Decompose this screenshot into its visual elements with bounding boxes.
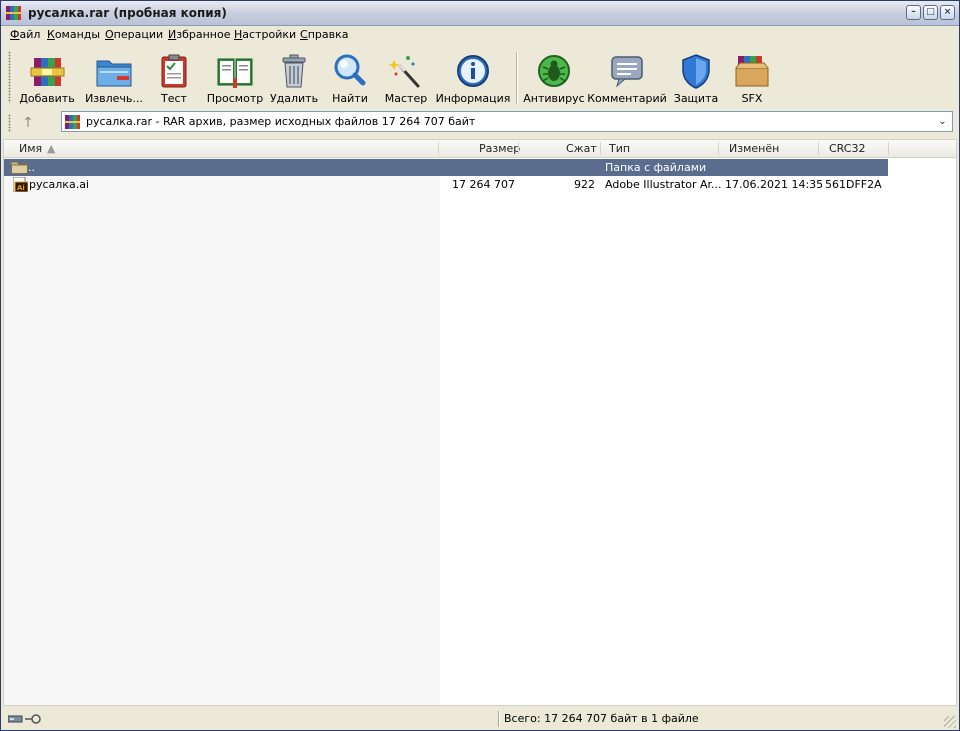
test-button[interactable]: Тест [154, 50, 194, 106]
address-dropdown-button[interactable]: ⌄ [934, 113, 951, 130]
menu-settings[interactable]: Настройки [234, 28, 296, 41]
row-name: русалка.ai [29, 178, 89, 191]
menu-file[interactable]: Файл [10, 28, 40, 41]
row-type: Папка с файлами [605, 161, 707, 174]
magnifier-icon [334, 54, 366, 86]
add-archive-icon [30, 58, 65, 86]
antivirus-label: Антивирус [523, 92, 585, 105]
info-icon [457, 55, 489, 87]
row-size: 17 264 707 [452, 178, 515, 191]
status-bar: Всего: 17 264 707 байт в 1 файле [2, 708, 958, 730]
comment-label: Комментарий [587, 92, 667, 105]
column-type[interactable]: Тип [609, 142, 630, 155]
column-packed[interactable]: Сжат [566, 142, 597, 155]
winrar-app-icon [6, 6, 21, 20]
column-divider[interactable] [718, 142, 719, 155]
menu-commands[interactable]: Команды [47, 28, 100, 41]
svg-text:Ai: Ai [17, 184, 25, 192]
wizard-wand-icon [388, 56, 420, 88]
name-column-shade [4, 157, 440, 705]
row-modified: 17.06.2021 14:35 [725, 178, 824, 191]
wizard-button[interactable]: Мастер [385, 50, 427, 106]
chevron-down-icon: ⌄ [938, 116, 947, 127]
row-type: Adobe Illustrator Ar... [605, 178, 722, 191]
address-text: русалка.rar - RAR архив, размер исходных… [86, 115, 476, 128]
file-list[interactable]: Имя ▲ Размер Сжат Тип Изменён CRC32 .. П… [3, 139, 957, 706]
toolbar: Добавить Извлечь... Тест Просмотр Удалит… [2, 46, 958, 108]
maximize-button[interactable]: □ [923, 5, 938, 20]
comment-button[interactable]: Комментарий [587, 50, 667, 106]
column-divider[interactable] [518, 142, 519, 155]
menu-favorites[interactable]: Избранное [168, 28, 230, 41]
find-label: Найти [332, 92, 368, 105]
minimize-button[interactable]: – [906, 5, 921, 20]
column-divider[interactable] [438, 142, 439, 155]
resize-grip[interactable] [944, 716, 956, 728]
sfx-button[interactable]: SFX [732, 50, 772, 106]
up-folder-button[interactable]: ↑ [16, 113, 40, 133]
status-divider [498, 711, 500, 727]
status-text: Всего: 17 264 707 байт в 1 файле [504, 712, 699, 725]
sfx-label: SFX [741, 92, 763, 105]
column-modified[interactable]: Изменён [729, 142, 779, 155]
add-button[interactable]: Добавить [19, 50, 75, 106]
delete-label: Удалить [269, 92, 319, 105]
toolbar-grip[interactable] [8, 51, 11, 103]
illustrator-file-icon: Ai [13, 177, 28, 192]
protect-label: Защита [673, 92, 719, 105]
title-bar[interactable]: русалка.rar (пробная копия) – □ × [1, 1, 959, 26]
column-header: Имя ▲ Размер Сжат Тип Изменён CRC32 [4, 140, 956, 158]
menu-operations[interactable]: Операции [105, 28, 163, 41]
row-name: .. [28, 161, 35, 174]
menu-bar: Файл Команды Операции Избранное Настройк… [2, 26, 958, 44]
protect-button[interactable]: Защита [674, 50, 718, 106]
drive-key-icon[interactable] [8, 713, 44, 725]
shield-icon [682, 54, 710, 89]
sfx-box-icon [735, 56, 769, 87]
column-divider[interactable] [600, 142, 601, 155]
test-clipboard-icon [161, 54, 187, 88]
trash-icon [282, 54, 306, 88]
column-size[interactable]: Размер [479, 142, 520, 155]
extract-label: Извлечь... [85, 92, 143, 105]
row-packed: 922 [574, 178, 595, 191]
find-button[interactable]: Найти [330, 50, 370, 106]
column-name[interactable]: Имя [19, 142, 42, 155]
rar-archive-icon [65, 115, 80, 129]
view-label: Просмотр [206, 92, 264, 105]
column-divider[interactable] [818, 142, 819, 155]
sort-ascending-icon: ▲ [47, 142, 56, 155]
parent-folder-icon [11, 161, 28, 174]
info-button[interactable]: Информация [436, 50, 510, 106]
menu-help[interactable]: Справка [300, 28, 348, 41]
window-title: русалка.rar (пробная копия) [28, 6, 227, 20]
test-label: Тест [161, 92, 187, 105]
antivirus-bug-icon [538, 55, 570, 87]
comment-icon [611, 56, 643, 88]
column-crc[interactable]: CRC32 [829, 142, 865, 155]
add-label: Добавить [19, 92, 75, 105]
view-book-icon [217, 58, 253, 88]
table-row[interactable]: Ai русалка.ai 17 264 707 922 Adobe Illus… [4, 176, 888, 193]
winrar-window: русалка.rar (пробная копия) – □ × Файл К… [0, 0, 960, 731]
info-label: Информация [435, 92, 511, 105]
address-bar: ↑ русалка.rar - RAR архив, размер исходн… [2, 110, 958, 136]
arrow-up-icon: ↑ [22, 115, 34, 131]
view-button[interactable]: Просмотр [207, 50, 263, 106]
table-row[interactable]: .. Папка с файлами [4, 159, 888, 176]
address-field[interactable]: русалка.rar - RAR архив, размер исходных… [61, 111, 953, 132]
close-button[interactable]: × [940, 5, 955, 20]
extract-button[interactable]: Извлечь... [85, 50, 143, 106]
row-crc: 561DFF2A [825, 178, 882, 191]
address-grip[interactable] [8, 114, 11, 132]
extract-folder-icon [96, 60, 132, 87]
antivirus-button[interactable]: Антивирус [523, 50, 585, 106]
wizard-label: Мастер [384, 92, 428, 105]
delete-button[interactable]: Удалить [270, 50, 318, 106]
column-divider[interactable] [888, 142, 889, 155]
